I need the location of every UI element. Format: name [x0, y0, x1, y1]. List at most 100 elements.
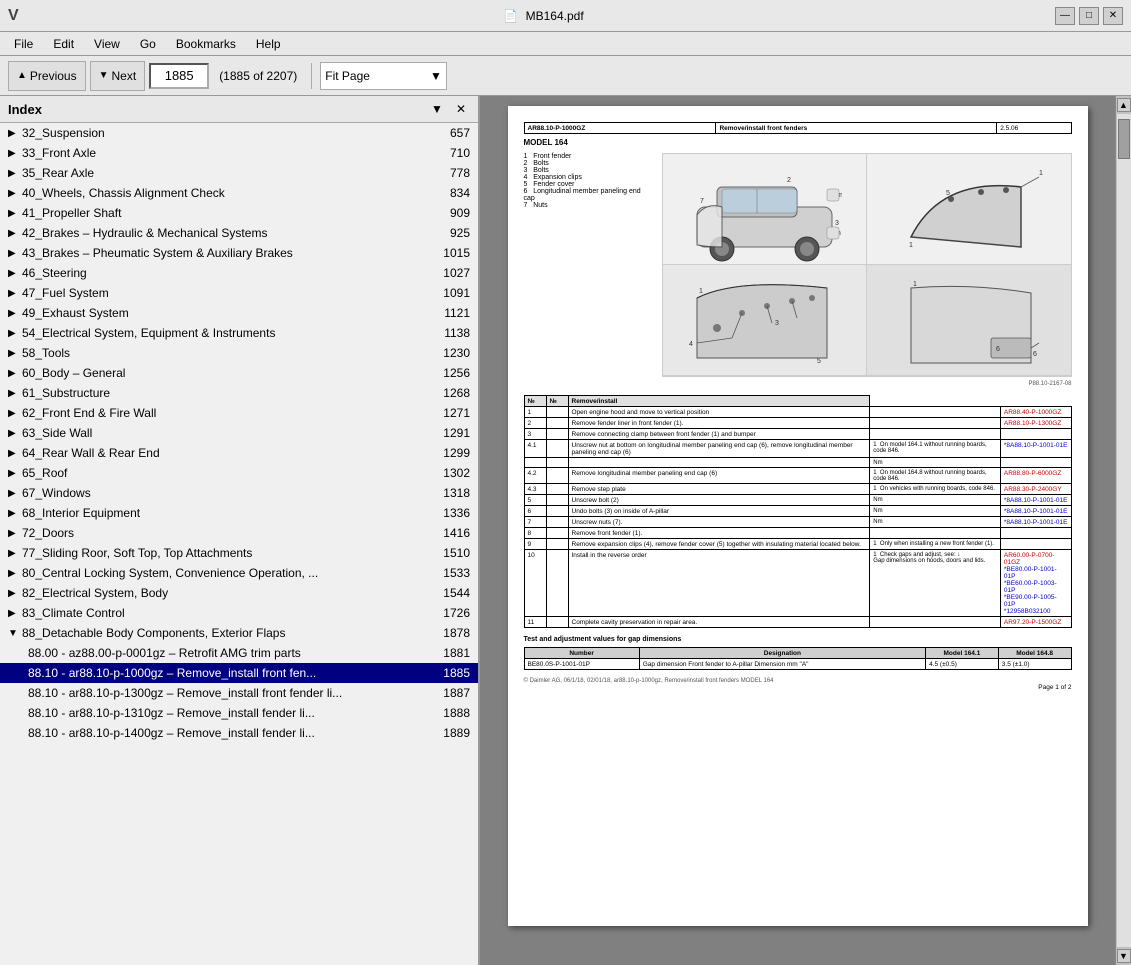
sidebar-item-88[interactable]: ▼88_Detachable Body Components, Exterior… — [0, 623, 478, 643]
row-num1: 5 — [524, 495, 546, 506]
right-scrollbar[interactable]: ▲ ▼ — [1115, 96, 1131, 965]
sidebar-title: Index — [8, 102, 42, 117]
sidebar-item-64[interactable]: ▶64_Rear Wall & Rear End1299 — [0, 443, 478, 463]
sidebar-item-60[interactable]: ▶60_Body – General1256 — [0, 363, 478, 383]
gap-cell-m1648: 3.5 (±1.0) — [998, 659, 1071, 670]
sidebar-item-54[interactable]: ▶54_Electrical System, Equipment & Instr… — [0, 323, 478, 343]
scroll-thumb[interactable] — [1118, 119, 1130, 159]
sidebar-item-46[interactable]: ▶46_Steering1027 — [0, 263, 478, 283]
app-icon: V — [8, 7, 32, 25]
sidebar-subitem-2[interactable]: 88.10 - ar88.10-p-1300gz – Remove_instal… — [0, 683, 478, 703]
menu-file[interactable]: File — [4, 35, 43, 53]
next-button[interactable]: ▼ Next — [90, 61, 146, 91]
sidebar-subitem-3[interactable]: 88.10 - ar88.10-p-1310gz – Remove_instal… — [0, 703, 478, 723]
row-ref: AR88.40-P-1000GZ — [1000, 407, 1071, 418]
sidebar-item-49[interactable]: ▶49_Exhaust System1121 — [0, 303, 478, 323]
sidebar-item-label: 46_Steering — [22, 266, 439, 280]
sidebar-item-page: 1271 — [443, 406, 470, 420]
sidebar-content[interactable]: ▶32_Suspension657▶33_Front Axle710▶35_Re… — [0, 123, 478, 965]
page-input[interactable] — [149, 63, 209, 89]
toolbar: ▲ Previous ▼ Next (1885 of 2207) Fit Pag… — [0, 56, 1131, 96]
row-note: Nm — [870, 458, 1001, 468]
minimize-button[interactable]: — — [1055, 7, 1075, 25]
sidebar-item-83[interactable]: ▶83_Climate Control1726 — [0, 603, 478, 623]
sidebar-item-43[interactable]: ▶43_Brakes – Pheumatic System & Auxiliar… — [0, 243, 478, 263]
row-num2 — [546, 617, 568, 628]
sidebar-item-47[interactable]: ▶47_Fuel System1091 — [0, 283, 478, 303]
scroll-up-button[interactable]: ▲ — [1117, 98, 1131, 112]
sidebar-item-67[interactable]: ▶67_Windows1318 — [0, 483, 478, 503]
legend-3: 3 Bolts — [524, 167, 654, 174]
sidebar-item-33[interactable]: ▶33_Front Axle710 — [0, 143, 478, 163]
svg-text:4: 4 — [689, 341, 693, 348]
document-view[interactable]: AR88.10-P-1000GZ Remove/install front fe… — [480, 96, 1115, 965]
menu-view[interactable]: View — [84, 35, 130, 53]
maximize-button[interactable]: □ — [1079, 7, 1099, 25]
sidebar-item-page: 1027 — [443, 266, 470, 280]
sidebar-subitem-label: 88.00 - az88.00-p-0001gz – Retrofit AMG … — [28, 646, 439, 660]
sidebar-item-77[interactable]: ▶77_Sliding Roor, Soft Top, Top Attachme… — [0, 543, 478, 563]
sidebar-item-35[interactable]: ▶35_Rear Axle778 — [0, 163, 478, 183]
sidebar-item-page: 1336 — [443, 506, 470, 520]
sidebar-subitem-label: 88.10 - ar88.10-p-1000gz – Remove_instal… — [28, 666, 439, 680]
sidebar-subitem-label: 88.10 - ar88.10-p-1300gz – Remove_instal… — [28, 686, 439, 700]
sidebar-subitem-0[interactable]: 88.00 - az88.00-p-0001gz – Retrofit AMG … — [0, 643, 478, 663]
sidebar-item-61[interactable]: ▶61_Substructure1268 — [0, 383, 478, 403]
sidebar-item-40[interactable]: ▶40_Wheels, Chassis Alignment Check834 — [0, 183, 478, 203]
fender-bottom-right-svg: 6 6 1 — [891, 268, 1046, 373]
sidebar-close-button[interactable]: ✕ — [452, 100, 470, 118]
close-button[interactable]: ✕ — [1103, 7, 1123, 25]
scroll-down-button[interactable]: ▼ — [1117, 949, 1131, 963]
sidebar-item-72[interactable]: ▶72_Doors1416 — [0, 523, 478, 543]
row-num1: 11 — [524, 617, 546, 628]
sidebar-item-32[interactable]: ▶32_Suspension657 — [0, 123, 478, 143]
svg-text:3: 3 — [775, 320, 779, 327]
sidebar-item-page: 925 — [450, 226, 470, 240]
sidebar-collapse-button[interactable]: ▼ — [428, 100, 446, 118]
collapse-arrow-icon: ▶ — [8, 468, 22, 479]
row-num1: 10 — [524, 550, 546, 617]
prev-button[interactable]: ▲ Previous — [8, 61, 86, 91]
menu-go[interactable]: Go — [130, 35, 166, 53]
col-num2: № — [546, 396, 568, 407]
row-num2 — [546, 407, 568, 418]
diagram-fender-bottom-right: 6 6 1 — [867, 265, 1071, 375]
svg-text:6: 6 — [1033, 351, 1037, 358]
sidebar-item-label: 43_Brakes – Pheumatic System & Auxiliary… — [22, 246, 439, 260]
sidebar: Index ▼ ✕ ▶32_Suspension657▶33_Front Axl… — [0, 96, 480, 965]
sidebar-subitem-page: 1885 — [443, 666, 470, 680]
legend-5: 5 Fender cover — [524, 181, 654, 188]
collapse-arrow-icon: ▶ — [8, 388, 22, 399]
menu-help[interactable]: Help — [246, 35, 291, 53]
row-ref: *8A88.10-P-1001-01E — [1000, 517, 1071, 528]
row-num2 — [546, 468, 568, 484]
collapse-arrow-icon: ▶ — [8, 148, 22, 159]
sidebar-item-68[interactable]: ▶68_Interior Equipment1336 — [0, 503, 478, 523]
sidebar-item-63[interactable]: ▶63_Side Wall1291 — [0, 423, 478, 443]
sidebar-item-page: 1299 — [443, 446, 470, 460]
row-desc: Complete cavity preservation in repair a… — [568, 617, 870, 628]
sidebar-item-42[interactable]: ▶42_Brakes – Hydraulic & Mechanical Syst… — [0, 223, 478, 243]
svg-text:6: 6 — [996, 346, 1000, 353]
sidebar-subitem-page: 1889 — [443, 726, 470, 740]
window-title: 📄 MB164.pdf — [32, 9, 1055, 23]
sidebar-item-label: 68_Interior Equipment — [22, 506, 439, 520]
sidebar-subitem-page: 1881 — [443, 646, 470, 660]
gap-cell-m1641: 4.5 (±0.5) — [926, 659, 999, 670]
collapse-arrow-icon: ▶ — [8, 428, 22, 439]
scroll-track[interactable] — [1117, 114, 1131, 947]
sidebar-subitem-1[interactable]: 88.10 - ar88.10-p-1000gz – Remove_instal… — [0, 663, 478, 683]
menu-edit[interactable]: Edit — [43, 35, 84, 53]
sidebar-item-80[interactable]: ▶80_Central Locking System, Convenience … — [0, 563, 478, 583]
sidebar-item-82[interactable]: ▶82_Electrical System, Body1544 — [0, 583, 478, 603]
row-num1: 2 — [524, 418, 546, 429]
fit-page-dropdown[interactable]: Fit Page ▼ — [320, 62, 447, 90]
menu-bookmarks[interactable]: Bookmarks — [166, 35, 246, 53]
sidebar-item-62[interactable]: ▶62_Front End & Fire Wall1271 — [0, 403, 478, 423]
sidebar-item-65[interactable]: ▶65_Roof1302 — [0, 463, 478, 483]
gap-cell-num: BE80.0S-P-1001-01P — [524, 659, 639, 670]
sidebar-subitem-4[interactable]: 88.10 - ar88.10-p-1400gz – Remove_instal… — [0, 723, 478, 743]
sidebar-item-58[interactable]: ▶58_Tools1230 — [0, 343, 478, 363]
fender-bottom-left-svg: 1 4 5 3 — [687, 268, 842, 373]
sidebar-item-41[interactable]: ▶41_Propeller Shaft909 — [0, 203, 478, 223]
